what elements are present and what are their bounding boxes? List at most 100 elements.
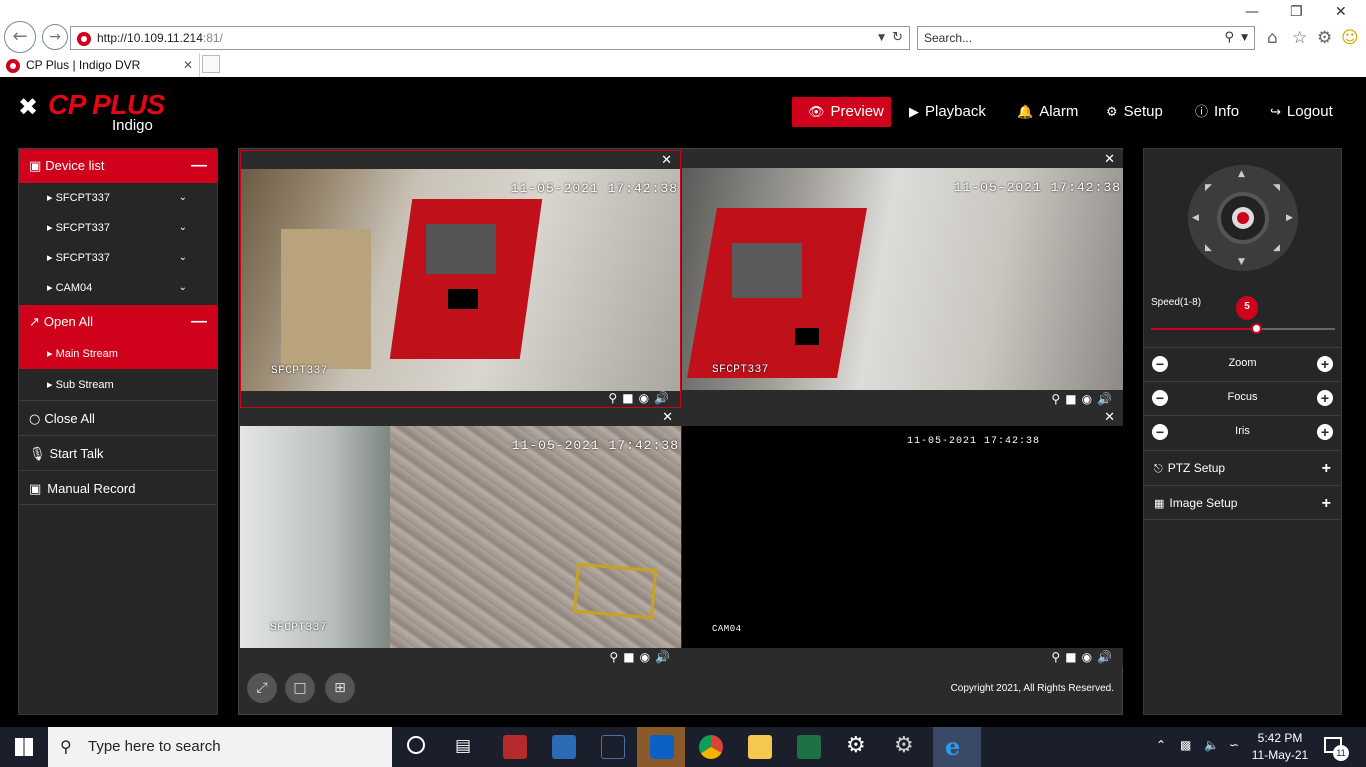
menu-logout[interactable]: ↪ Logout <box>1270 97 1333 127</box>
chevron-down-icon[interactable]: ⌄ <box>179 273 187 303</box>
speed-slider-thumb[interactable] <box>1251 323 1262 334</box>
taskbar-time[interactable]: 5:42 PM <box>1250 731 1310 745</box>
address-bar[interactable]: http://10.109.11.214:81/ ▼ ↻ <box>70 26 910 50</box>
restore-icon[interactable]: ❐ <box>1290 4 1303 20</box>
favorites-icon[interactable]: ☆ <box>1292 28 1307 48</box>
menu-alarm[interactable]: 🔔 Alarm <box>1017 97 1078 127</box>
dropdown-icon[interactable]: ▼ <box>878 27 885 49</box>
menu-playback[interactable]: ▶ Playback <box>909 97 986 127</box>
device-list-header[interactable]: ▣ Device list — <box>19 149 217 183</box>
menu-preview[interactable]: 👁 Preview <box>792 97 891 127</box>
expand-plus-icon[interactable]: + <box>1322 451 1331 486</box>
minimize-icon[interactable]: — <box>1245 4 1259 20</box>
wifi-icon[interactable]: ∽ <box>1229 738 1239 752</box>
snapshot-icon[interactable]: ◉ <box>640 650 655 664</box>
close-all-button[interactable]: ○ Close All <box>19 400 217 435</box>
audio-icon[interactable]: 🔊 <box>655 650 675 664</box>
search-icon[interactable]: ⚲ <box>1224 27 1234 49</box>
app-gear-red-icon[interactable]: ⚙ <box>894 733 914 758</box>
tray-chevron-up-icon[interactable]: ⌃ <box>1156 738 1166 752</box>
ptz-center[interactable] <box>1217 192 1269 244</box>
arrow-down-icon[interactable]: ▼ <box>1238 257 1245 267</box>
device-item[interactable]: ▸ SFCPT337 ⌄ <box>19 243 217 273</box>
app-calendar-icon[interactable] <box>503 735 527 759</box>
snapshot-icon[interactable]: ◉ <box>639 391 654 405</box>
device-item[interactable]: ▸ SFCPT337 ⌄ <box>19 213 217 243</box>
chevron-down-icon[interactable]: ⌄ <box>179 183 187 213</box>
record-icon[interactable]: ■ <box>1065 650 1081 664</box>
new-tab-button[interactable] <box>202 55 220 73</box>
video-cell[interactable]: ✕ 11-05-2021 17:42:38 CAM04 ⚲■◉🔊 <box>682 408 1123 666</box>
device-item[interactable]: ▸ CAM04 ⌄ <box>19 273 217 303</box>
start-talk-button[interactable]: 🎙 Start Talk <box>19 435 217 470</box>
expand-plus-icon[interactable]: + <box>1322 486 1331 521</box>
forward-button[interactable]: → <box>42 24 68 50</box>
zoom-icon[interactable]: ⚲ <box>1051 650 1065 664</box>
arrow-up-icon[interactable]: ▲ <box>1238 169 1245 179</box>
manual-record-button[interactable]: ▣ Manual Record <box>19 470 217 505</box>
close-window-icon[interactable]: ✕ <box>1335 4 1347 20</box>
video-cell[interactable]: ✕ 11-05-2021 17:42:38 SFCPT337 ⚲■◉🔊 <box>240 150 681 408</box>
focus-in-button[interactable]: + <box>1317 390 1333 406</box>
collapse-icon[interactable]: — <box>191 149 207 183</box>
tab-close-icon[interactable]: ✕ <box>183 53 193 77</box>
video-cell[interactable]: ✕ 11-05-2021 17:42:38 SFCPT337 ⚲■◉🔊 <box>240 408 681 666</box>
search-dropdown-icon[interactable]: ▼ <box>1241 27 1248 49</box>
arrow-down-left-icon[interactable]: ◣ <box>1205 243 1212 253</box>
browser-search-input[interactable]: Search... ⚲ ▼ <box>917 26 1255 50</box>
fullscreen-button[interactable]: ⤢ <box>247 673 277 703</box>
record-icon[interactable]: ■ <box>1065 392 1081 406</box>
outlook-icon[interactable] <box>650 735 674 759</box>
app-window-icon[interactable] <box>552 735 576 759</box>
arrow-left-icon[interactable]: ◀ <box>1192 213 1199 223</box>
menu-info[interactable]: ⓘ Info <box>1195 97 1239 127</box>
zoom-in-button[interactable]: + <box>1317 356 1333 372</box>
close-icon[interactable]: ✕ <box>1104 410 1115 425</box>
internet-explorer-icon[interactable]: e <box>945 732 960 761</box>
back-button[interactable]: ← <box>4 21 36 53</box>
settings-icon[interactable]: ⚙ <box>846 733 866 758</box>
record-icon[interactable]: ■ <box>622 391 638 405</box>
iris-open-button[interactable]: + <box>1317 424 1333 440</box>
excel-icon[interactable] <box>797 735 821 759</box>
smiley-icon[interactable]: ☺ <box>1341 28 1359 48</box>
task-view-icon[interactable]: ▤ <box>455 736 471 756</box>
collapse-icon[interactable]: — <box>191 305 207 339</box>
ptz-direction-pad[interactable]: ▲ ▼ ◀ ▶ ◤ ◥ ◣ ◢ <box>1188 165 1298 271</box>
single-view-button[interactable]: □ <box>285 673 315 703</box>
snapshot-icon[interactable]: ◉ <box>1082 650 1097 664</box>
file-explorer-icon[interactable] <box>748 735 772 759</box>
main-stream-item[interactable]: ▸ Main Stream <box>19 339 217 369</box>
record-icon[interactable]: ■ <box>623 650 639 664</box>
audio-icon[interactable]: 🔊 <box>1097 650 1117 664</box>
speed-slider[interactable] <box>1151 323 1335 334</box>
arrow-up-left-icon[interactable]: ◤ <box>1205 183 1212 193</box>
sub-stream-item[interactable]: ▸ Sub Stream <box>19 370 217 400</box>
audio-icon[interactable]: 🔊 <box>1097 392 1117 406</box>
chrome-icon[interactable] <box>699 735 723 759</box>
close-icon[interactable]: ✕ <box>662 410 673 425</box>
network-icon[interactable]: ▩ <box>1180 738 1191 752</box>
refresh-icon[interactable]: ↻ <box>892 27 903 49</box>
snapshot-icon[interactable]: ◉ <box>1082 392 1097 406</box>
zoom-icon[interactable]: ⚲ <box>609 650 623 664</box>
close-icon[interactable]: ✕ <box>1104 152 1115 167</box>
gear-icon[interactable]: ⚙ <box>1317 28 1332 48</box>
app-tally-icon[interactable] <box>601 735 625 759</box>
taskbar-date[interactable]: 11-May-21 <box>1250 748 1310 762</box>
chevron-down-icon[interactable]: ⌄ <box>179 243 187 273</box>
arrow-right-icon[interactable]: ▶ <box>1286 213 1293 223</box>
video-cell[interactable]: ✕ 11-05-2021 17:42:38 SFCPT337 ⚲■◉🔊 <box>682 150 1123 408</box>
image-setup-row[interactable]: ▦ Image Setup + <box>1144 485 1341 520</box>
audio-icon[interactable]: 🔊 <box>654 391 674 405</box>
device-item[interactable]: ▸ SFCPT337 ⌄ <box>19 183 217 213</box>
menu-setup[interactable]: ⚙ Setup <box>1106 97 1163 127</box>
arrow-down-right-icon[interactable]: ◢ <box>1273 243 1280 253</box>
quad-view-button[interactable]: ⊞ <box>325 673 355 703</box>
chevron-down-icon[interactable]: ⌄ <box>179 213 187 243</box>
browser-tab[interactable]: CP Plus | Indigo DVR ✕ <box>0 53 200 77</box>
open-all-header[interactable]: ↗ Open All — <box>19 305 217 339</box>
ptz-setup-row[interactable]: ⎋ PTZ Setup + <box>1144 450 1341 485</box>
taskbar-search-input[interactable]: ⚲ Type here to search <box>48 727 392 767</box>
cortana-icon[interactable] <box>407 736 425 754</box>
